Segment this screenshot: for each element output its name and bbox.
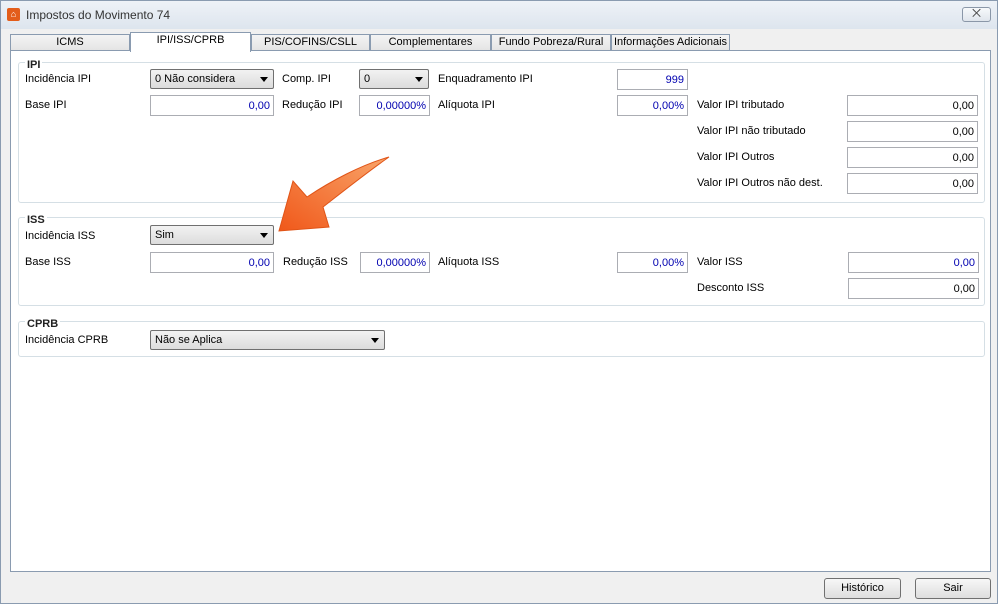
iss-group: ISS Incidência ISS Sim Base ISS 0,00 Red… bbox=[18, 214, 985, 306]
valor-ipi-nao-tributado-field[interactable]: 0,00 bbox=[847, 121, 978, 142]
incidencia-ipi-label: Incidência IPI bbox=[25, 73, 92, 85]
valor-ipi-outros-nao-dest-field[interactable]: 0,00 bbox=[847, 173, 978, 194]
historico-button[interactable]: Histórico bbox=[824, 578, 901, 599]
incidencia-ipi-select[interactable]: 0 Não considera bbox=[150, 69, 274, 89]
dialog-window: ⌂ Impostos do Movimento 74 ⨉ ICMS IPI/IS… bbox=[0, 0, 998, 604]
valor-ipi-outros-field[interactable]: 0,00 bbox=[847, 147, 978, 168]
chevron-down-icon bbox=[260, 233, 268, 238]
tab-complementares[interactable]: Complementares bbox=[370, 34, 491, 51]
tab-pis-cofins-csll[interactable]: PIS/COFINS/CSLL bbox=[251, 34, 370, 51]
ipi-group: IPI Incidência IPI 0 Não considera Comp.… bbox=[18, 59, 985, 203]
chevron-down-icon bbox=[371, 338, 379, 343]
chevron-down-icon bbox=[260, 77, 268, 82]
valor-ipi-outros-nao-dest-label: Valor IPI Outros não dest. bbox=[697, 177, 823, 189]
tab-ipi-iss-cprb[interactable]: IPI/ISS/CPRB bbox=[130, 32, 251, 52]
base-ipi-field[interactable]: 0,00 bbox=[150, 95, 274, 116]
sair-button[interactable]: Sair bbox=[915, 578, 991, 599]
close-button[interactable]: ⨉ bbox=[962, 7, 991, 22]
tab-panel: IPI Incidência IPI 0 Não considera Comp.… bbox=[10, 50, 991, 572]
comp-ipi-label: Comp. IPI bbox=[282, 73, 331, 85]
comp-ipi-value: 0 bbox=[364, 73, 371, 85]
enquadramento-ipi-field[interactable]: 999 bbox=[617, 69, 688, 90]
reducao-iss-label: Redução ISS bbox=[283, 256, 348, 268]
base-iss-label: Base ISS bbox=[25, 256, 71, 268]
incidencia-ipi-value: 0 Não considera bbox=[155, 73, 236, 85]
iss-group-title: ISS bbox=[25, 214, 47, 226]
tab-icms[interactable]: ICMS bbox=[10, 34, 130, 51]
base-iss-field[interactable]: 0,00 bbox=[150, 252, 274, 273]
enquadramento-ipi-label: Enquadramento IPI bbox=[438, 73, 533, 85]
desconto-iss-label: Desconto ISS bbox=[697, 282, 765, 294]
aliquota-ipi-label: Alíquota IPI bbox=[438, 99, 495, 111]
reducao-ipi-field[interactable]: 0,00000% bbox=[359, 95, 430, 116]
valor-ipi-tributado-label: Valor IPI tributado bbox=[697, 99, 785, 111]
valor-iss-label: Valor ISS bbox=[697, 256, 743, 268]
reducao-ipi-label: Redução IPI bbox=[282, 99, 343, 111]
base-ipi-label: Base IPI bbox=[25, 99, 67, 111]
tab-fundo-pobreza-rural[interactable]: Fundo Pobreza/Rural bbox=[491, 34, 611, 51]
window-title: Impostos do Movimento 74 bbox=[26, 8, 171, 22]
app-icon: ⌂ bbox=[7, 8, 20, 21]
incidencia-iss-label: Incidência ISS bbox=[25, 230, 96, 242]
desconto-iss-field[interactable]: 0,00 bbox=[848, 278, 979, 299]
annotation-arrow-icon bbox=[278, 156, 390, 232]
valor-iss-field[interactable]: 0,00 bbox=[848, 252, 979, 273]
valor-ipi-nao-tributado-label: Valor IPI não tributado bbox=[697, 125, 806, 137]
valor-ipi-outros-label: Valor IPI Outros bbox=[697, 151, 775, 163]
title-bar: ⌂ Impostos do Movimento 74 ⨉ bbox=[1, 1, 997, 29]
incidencia-cprb-label: Incidência CPRB bbox=[25, 334, 109, 346]
chevron-down-icon bbox=[415, 77, 423, 82]
aliquota-iss-field[interactable]: 0,00% bbox=[617, 252, 688, 273]
incidencia-cprb-value: Não se Aplica bbox=[155, 334, 223, 346]
aliquota-iss-label: Alíquota ISS bbox=[438, 256, 500, 268]
tab-informacoes-adicionais[interactable]: Informações Adicionais bbox=[611, 34, 730, 51]
incidencia-iss-value: Sim bbox=[155, 229, 174, 241]
reducao-iss-field[interactable]: 0,00000% bbox=[360, 252, 430, 273]
incidencia-cprb-select[interactable]: Não se Aplica bbox=[150, 330, 385, 350]
ipi-group-title: IPI bbox=[25, 59, 43, 71]
incidencia-iss-select[interactable]: Sim bbox=[150, 225, 274, 245]
valor-ipi-tributado-field[interactable]: 0,00 bbox=[847, 95, 978, 116]
cprb-group-title: CPRB bbox=[25, 318, 61, 330]
comp-ipi-select[interactable]: 0 bbox=[359, 69, 429, 89]
cprb-group: CPRB Incidência CPRB Não se Aplica bbox=[18, 318, 985, 357]
aliquota-ipi-field[interactable]: 0,00% bbox=[617, 95, 688, 116]
